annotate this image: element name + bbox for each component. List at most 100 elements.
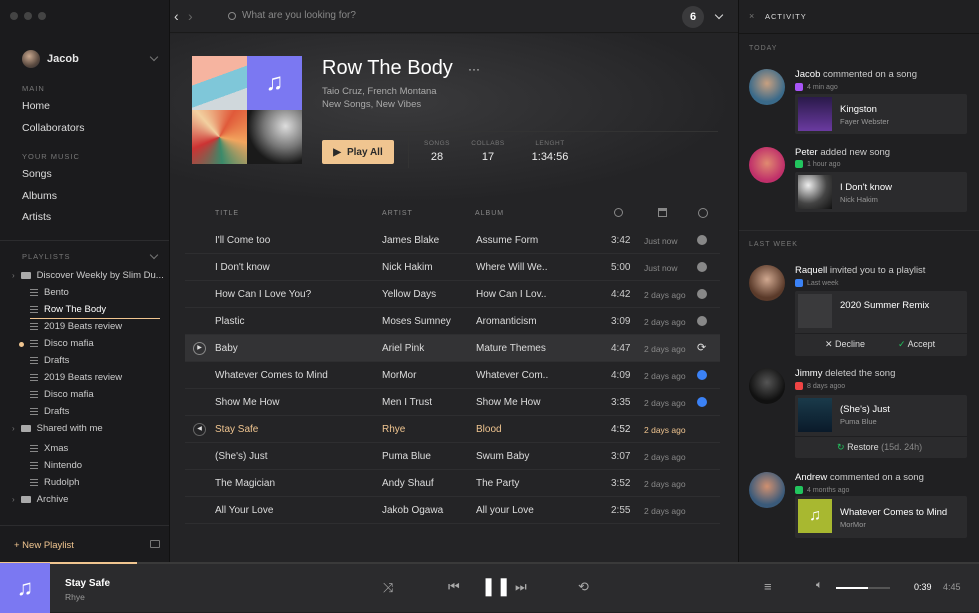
shuffle-icon[interactable]: ⤨ bbox=[383, 580, 393, 596]
volume-icon[interactable]: 🔈︎ bbox=[816, 579, 823, 592]
previous-icon[interactable]: ⏮ bbox=[448, 579, 460, 595]
song-duration: 3:52 bbox=[611, 478, 631, 489]
nav-home[interactable]: Home bbox=[22, 100, 50, 112]
nav-albums[interactable]: Albums bbox=[22, 190, 57, 202]
song-artist[interactable]: Ariel Pink bbox=[382, 343, 424, 354]
song-album[interactable]: Mature Themes bbox=[476, 343, 546, 354]
decline-button[interactable]: ✕ Decline bbox=[825, 339, 865, 350]
song-duration: 4:47 bbox=[611, 343, 631, 354]
play-all-button[interactable]: ▶ Play All bbox=[322, 140, 394, 164]
playlist-item[interactable]: Xmas bbox=[30, 443, 68, 454]
header-title[interactable]: TITLE bbox=[215, 210, 239, 217]
check-icon[interactable] bbox=[697, 262, 707, 272]
playlist-item[interactable]: Nintendo bbox=[30, 460, 82, 471]
play-circle-icon[interactable]: ▶ bbox=[193, 342, 206, 355]
chevron-down-icon[interactable] bbox=[149, 52, 159, 62]
calendar-icon[interactable] bbox=[658, 208, 667, 217]
playlist-folder[interactable]: › Archive bbox=[12, 494, 68, 505]
table-row[interactable]: Plastic Moses Sumney Aromanticism 3:09 2 day… bbox=[185, 308, 720, 335]
playlist-item[interactable]: 2019 Beats review bbox=[30, 372, 122, 383]
playlist-item[interactable]: Rudolph bbox=[30, 477, 79, 488]
table-row[interactable]: The Magician Andy Shauf The Party 3:52 2 day… bbox=[185, 470, 720, 497]
check-icon[interactable] bbox=[697, 316, 707, 326]
volume-slider[interactable] bbox=[836, 587, 890, 589]
song-artist[interactable]: Rhye bbox=[382, 424, 405, 435]
nav-collaborators[interactable]: Collaborators bbox=[22, 122, 84, 134]
header-album[interactable]: ALBUM bbox=[475, 210, 504, 217]
search-input[interactable]: What are you looking for? bbox=[242, 10, 356, 21]
table-row[interactable]: Show Me How Men I Trust Show Me How 3:35 2 d… bbox=[185, 389, 720, 416]
chevron-down-icon[interactable] bbox=[149, 250, 159, 260]
table-row[interactable]: ▶ Baby Ariel Pink Mature Themes 4:47 2 days a… bbox=[185, 335, 720, 362]
playlist-item[interactable]: Drafts bbox=[30, 355, 69, 366]
repeat-icon[interactable]: ⟲ bbox=[578, 579, 589, 595]
activity-card[interactable]: Kingston Fayer Webster bbox=[795, 94, 967, 134]
check-icon[interactable] bbox=[697, 370, 707, 380]
song-title: Plastic bbox=[215, 316, 245, 327]
table-row[interactable]: Whatever Comes to Mind MorMor Whatever Com… bbox=[185, 362, 720, 389]
song-album[interactable]: Assume Form bbox=[476, 235, 538, 246]
table-row[interactable]: How Can I Love You? Yellow Days How Can I … bbox=[185, 281, 720, 308]
table-row[interactable]: All Your Love Jakob Ogawa All your Love 2:5… bbox=[185, 497, 720, 524]
restore-button[interactable]: ↻ Restore (15d. 24h) bbox=[837, 442, 922, 453]
playlist-item[interactable]: Bento bbox=[30, 287, 69, 298]
song-artist[interactable]: Yellow Days bbox=[382, 289, 436, 300]
check-icon[interactable] bbox=[697, 397, 707, 407]
playlist-item[interactable]: Drafts bbox=[30, 406, 69, 417]
check-icon[interactable] bbox=[698, 208, 708, 218]
add-folder-icon[interactable] bbox=[150, 540, 160, 548]
more-options-icon[interactable]: ··· bbox=[468, 62, 480, 76]
activity-card[interactable]: I Don't know Nick Hakim bbox=[795, 172, 967, 212]
song-artist[interactable]: Jakob Ogawa bbox=[382, 505, 443, 516]
song-album[interactable]: Show Me How bbox=[476, 397, 540, 408]
table-row[interactable]: I Don't know Nick Hakim Where Will We.. 5:0… bbox=[185, 254, 720, 281]
queue-icon[interactable]: ≡ bbox=[764, 579, 772, 594]
clock-icon[interactable] bbox=[614, 208, 623, 217]
song-album[interactable]: Whatever Com.. bbox=[476, 370, 548, 381]
chevron-down-icon[interactable] bbox=[714, 10, 724, 20]
table-row[interactable]: ◀ Stay Safe Rhye Blood 4:52 2 days ago bbox=[185, 416, 720, 443]
sync-icon[interactable]: ⟳ bbox=[697, 341, 706, 354]
table-row[interactable]: I'll Come too James Blake Assume Form 3:42 J… bbox=[185, 227, 720, 254]
song-artist[interactable]: James Blake bbox=[382, 235, 439, 246]
playlist-item[interactable]: 2019 Beats review bbox=[30, 321, 122, 332]
search-bar[interactable]: What are you looking for? bbox=[228, 10, 356, 21]
song-album[interactable]: The Party bbox=[476, 478, 519, 489]
song-album[interactable]: Blood bbox=[476, 424, 502, 435]
song-album[interactable]: Aromanticism bbox=[476, 316, 537, 327]
song-album[interactable]: Where Will We.. bbox=[476, 262, 548, 273]
song-artist[interactable]: Nick Hakim bbox=[382, 262, 433, 273]
window-controls[interactable] bbox=[10, 12, 46, 20]
check-icon[interactable] bbox=[697, 289, 707, 299]
song-artist[interactable]: Moses Sumney bbox=[382, 316, 451, 327]
playlist-item[interactable]: Row The Body bbox=[30, 304, 160, 319]
pause-icon[interactable]: ❚❚ bbox=[481, 576, 511, 597]
notification-badge[interactable]: 6 bbox=[682, 6, 704, 28]
nav-songs[interactable]: Songs bbox=[22, 168, 52, 180]
playlist-item[interactable]: Disco mafia bbox=[30, 389, 94, 400]
activity-card[interactable]: ♫ Whatever Comes to Mind MorMor bbox=[795, 496, 967, 538]
song-album[interactable]: Swum Baby bbox=[476, 451, 529, 462]
close-icon[interactable]: × bbox=[749, 11, 754, 21]
progress-bar[interactable] bbox=[0, 562, 979, 564]
forward-arrow-icon[interactable]: › bbox=[188, 8, 193, 24]
song-artist[interactable]: Andy Shauf bbox=[382, 478, 434, 489]
header-artist[interactable]: ARTIST bbox=[382, 210, 413, 217]
playlist-folder[interactable]: › Shared with me bbox=[12, 423, 103, 434]
song-artist[interactable]: MorMor bbox=[382, 370, 416, 381]
playlist-folder[interactable]: › Discover Weekly by Slim Du... bbox=[12, 270, 164, 281]
song-artist[interactable]: Men I Trust bbox=[382, 397, 432, 408]
song-artist[interactable]: Puma Blue bbox=[382, 451, 431, 462]
song-album[interactable]: How Can I Lov.. bbox=[476, 289, 546, 300]
playlist-icon bbox=[795, 279, 803, 287]
back-arrow-icon[interactable]: ‹ bbox=[174, 8, 179, 24]
table-row[interactable]: (She's) Just Puma Blue Swum Baby 3:07 2 days… bbox=[185, 443, 720, 470]
new-playlist-button[interactable]: + New Playlist bbox=[14, 540, 74, 551]
next-icon[interactable]: ⏭ bbox=[515, 579, 527, 595]
accept-button[interactable]: ✓ Accept bbox=[898, 339, 935, 350]
playlist-item[interactable]: Disco mafia bbox=[30, 338, 94, 349]
check-icon[interactable] bbox=[697, 235, 707, 245]
song-album[interactable]: All your Love bbox=[476, 505, 534, 516]
user-menu[interactable]: Jacob bbox=[22, 50, 79, 68]
nav-artists[interactable]: Artists bbox=[22, 211, 51, 223]
